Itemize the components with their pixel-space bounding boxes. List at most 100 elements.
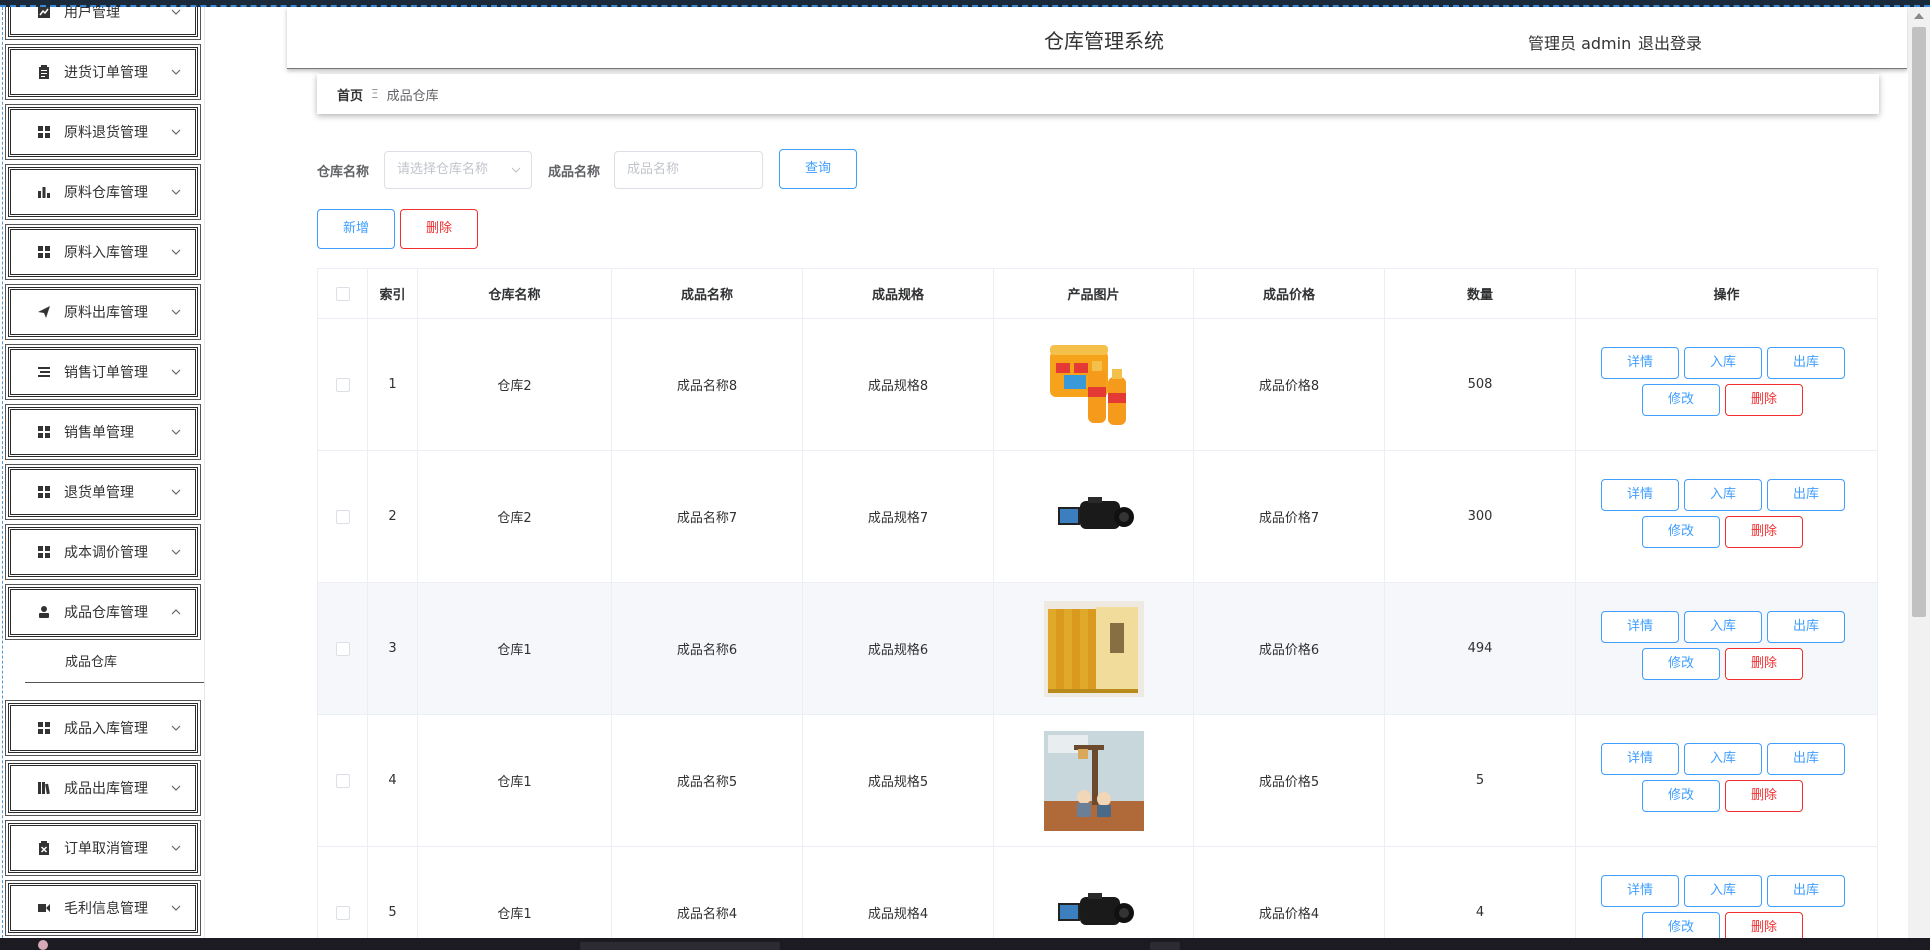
- product-spec-cell: 成品规格4: [803, 847, 994, 938]
- sidebar-item-material-outbound[interactable]: 原料出库管理: [5, 284, 201, 340]
- batch-delete-button[interactable]: 删除: [400, 209, 478, 249]
- grid-icon: [36, 544, 52, 560]
- query-button[interactable]: 查询: [779, 149, 857, 189]
- row-select-cell: [318, 847, 368, 938]
- row-checkbox[interactable]: [335, 641, 350, 656]
- delete-button[interactable]: 删除: [1725, 912, 1803, 938]
- chevron-down-icon: [171, 489, 181, 495]
- sidebar-item-material-return[interactable]: 原料退货管理: [5, 104, 201, 160]
- index-cell: 2: [368, 451, 418, 582]
- warehouse-name-label: 仓库名称: [317, 165, 370, 180]
- delete-button[interactable]: 删除: [1725, 648, 1803, 680]
- scroll-up-icon[interactable]: [1914, 13, 1924, 19]
- top-header: 仓库管理系统 管理员 admin 退出登录: [287, 7, 1907, 69]
- warehouse-cell: 仓库2: [418, 451, 612, 582]
- outbound-button[interactable]: 出库: [1767, 347, 1845, 379]
- product-spec-cell: 成品规格7: [803, 451, 994, 582]
- product-name-input[interactable]: 成品名称: [614, 151, 763, 189]
- warehouse-select[interactable]: 请选择仓库名称: [384, 151, 532, 189]
- product-image-books[interactable]: [1043, 599, 1144, 699]
- taskbar-item[interactable]: [1150, 942, 1180, 950]
- sidebar-item-sales-order[interactable]: 销售订单管理: [5, 344, 201, 400]
- row-checkbox[interactable]: [335, 377, 350, 392]
- product-image-camcorder[interactable]: [1044, 467, 1144, 567]
- detail-button[interactable]: 详情: [1601, 743, 1679, 775]
- grid-icon: [36, 244, 52, 260]
- submenu-item-product-warehouse[interactable]: 成品仓库: [25, 643, 204, 683]
- edit-button[interactable]: 修改: [1642, 912, 1720, 938]
- column-header: 索引: [368, 269, 418, 318]
- product-name-cell: 成品名称5: [612, 715, 803, 846]
- sidebar-item-material-warehouse[interactable]: 原料仓库管理: [5, 164, 201, 220]
- row-checkbox[interactable]: [335, 773, 350, 788]
- sidebar-item-user-management[interactable]: 用户管理: [5, 7, 201, 40]
- delete-button[interactable]: 删除: [1725, 516, 1803, 548]
- row-checkbox[interactable]: [335, 509, 350, 524]
- chevron-up-icon: [171, 609, 181, 615]
- sidebar-item-label: 毛利信息管理: [64, 901, 148, 917]
- video-icon: [36, 900, 52, 916]
- outbound-button[interactable]: 出库: [1767, 479, 1845, 511]
- chart-icon: [36, 7, 52, 20]
- grid-icon: [36, 424, 52, 440]
- sidebar-item-label: 原料入库管理: [64, 245, 148, 261]
- quantity-cell: 494: [1385, 583, 1576, 714]
- taskbar-app-icon[interactable]: [38, 940, 48, 950]
- sidebar-item-material-inbound[interactable]: 原料入库管理: [5, 224, 201, 280]
- delete-button[interactable]: 删除: [1725, 780, 1803, 812]
- edit-button[interactable]: 修改: [1642, 780, 1720, 812]
- table-row: 5 仓库1 成品名称4 成品规格4 成品价格4 4 详情 入库 出库 修改 删除: [318, 847, 1878, 938]
- row-checkbox[interactable]: [335, 905, 350, 920]
- taskbar-item[interactable]: [580, 942, 780, 950]
- sidebar-item-cost-adjust[interactable]: 成本调价管理: [5, 524, 201, 580]
- inbound-button[interactable]: 入库: [1684, 875, 1762, 907]
- price-cell: 成品价格7: [1194, 451, 1385, 582]
- outbound-button[interactable]: 出库: [1767, 743, 1845, 775]
- edit-button[interactable]: 修改: [1642, 384, 1720, 416]
- page-scrollbar[interactable]: [1908, 7, 1930, 938]
- inbound-button[interactable]: 入库: [1684, 743, 1762, 775]
- chevron-down-icon: [171, 129, 181, 135]
- inbound-button[interactable]: 入库: [1684, 479, 1762, 511]
- quantity-cell: 4: [1385, 847, 1576, 938]
- column-header: 成品价格: [1194, 269, 1385, 318]
- add-button[interactable]: 新增: [317, 209, 395, 249]
- sidebar-item-product-warehouse[interactable]: 成品仓库管理: [5, 584, 201, 640]
- outbound-button[interactable]: 出库: [1767, 875, 1845, 907]
- scrollbar-thumb[interactable]: [1912, 27, 1926, 617]
- sidebar-item-product-inbound[interactable]: 成品入库管理: [5, 700, 201, 756]
- operations-cell: 详情 入库 出库 修改 删除: [1576, 451, 1878, 582]
- edit-button[interactable]: 修改: [1642, 648, 1720, 680]
- row-select-cell: [318, 715, 368, 846]
- breadcrumb-home[interactable]: 首页: [337, 85, 363, 104]
- inbound-button[interactable]: 入库: [1684, 347, 1762, 379]
- row-select-cell: [318, 583, 368, 714]
- product-image-camcorder[interactable]: [1044, 863, 1144, 939]
- operations-cell: 详情 入库 出库 修改 删除: [1576, 319, 1878, 450]
- sidebar-item-purchase-order[interactable]: 进货订单管理: [5, 44, 201, 100]
- sidebar-item-gross-profit[interactable]: 毛利信息管理: [5, 880, 201, 936]
- select-all-checkbox[interactable]: [335, 286, 350, 301]
- product-image-orange-juice[interactable]: [1044, 335, 1144, 435]
- sidebar-item-sales-slip[interactable]: 销售单管理: [5, 404, 201, 460]
- table-row: 1 仓库2 成品名称8 成品规格8 成品价格8 508 详情 入库 出库 修改 …: [318, 319, 1878, 451]
- detail-button[interactable]: 详情: [1601, 611, 1679, 643]
- detail-button[interactable]: 详情: [1601, 347, 1679, 379]
- grid-icon: [36, 720, 52, 736]
- table-row: 2 仓库2 成品名称7 成品规格7 成品价格7 300 详情 入库 出库 修改: [318, 451, 1878, 583]
- detail-button[interactable]: 详情: [1601, 479, 1679, 511]
- sidebar-item-order-cancel[interactable]: 订单取消管理: [5, 820, 201, 876]
- sidebar-item-product-outbound[interactable]: 成品出库管理: [5, 760, 201, 816]
- chevron-down-icon: [171, 9, 181, 15]
- product-image-figurine-lamp[interactable]: [1043, 730, 1144, 831]
- sidebar-item-return-slip[interactable]: 退货单管理: [5, 464, 201, 520]
- operations-cell: 详情 入库 出库 修改 删除: [1576, 583, 1878, 714]
- logout-link[interactable]: 退出登录: [1638, 30, 1702, 54]
- sidebar-item-label: 销售单管理: [64, 425, 134, 441]
- delete-button[interactable]: 删除: [1725, 384, 1803, 416]
- table-header-row: 索引 仓库名称 成品名称 成品规格 产品图片 成品价格 数量 操作: [318, 269, 1878, 319]
- outbound-button[interactable]: 出库: [1767, 611, 1845, 643]
- edit-button[interactable]: 修改: [1642, 516, 1720, 548]
- detail-button[interactable]: 详情: [1601, 875, 1679, 907]
- inbound-button[interactable]: 入库: [1684, 611, 1762, 643]
